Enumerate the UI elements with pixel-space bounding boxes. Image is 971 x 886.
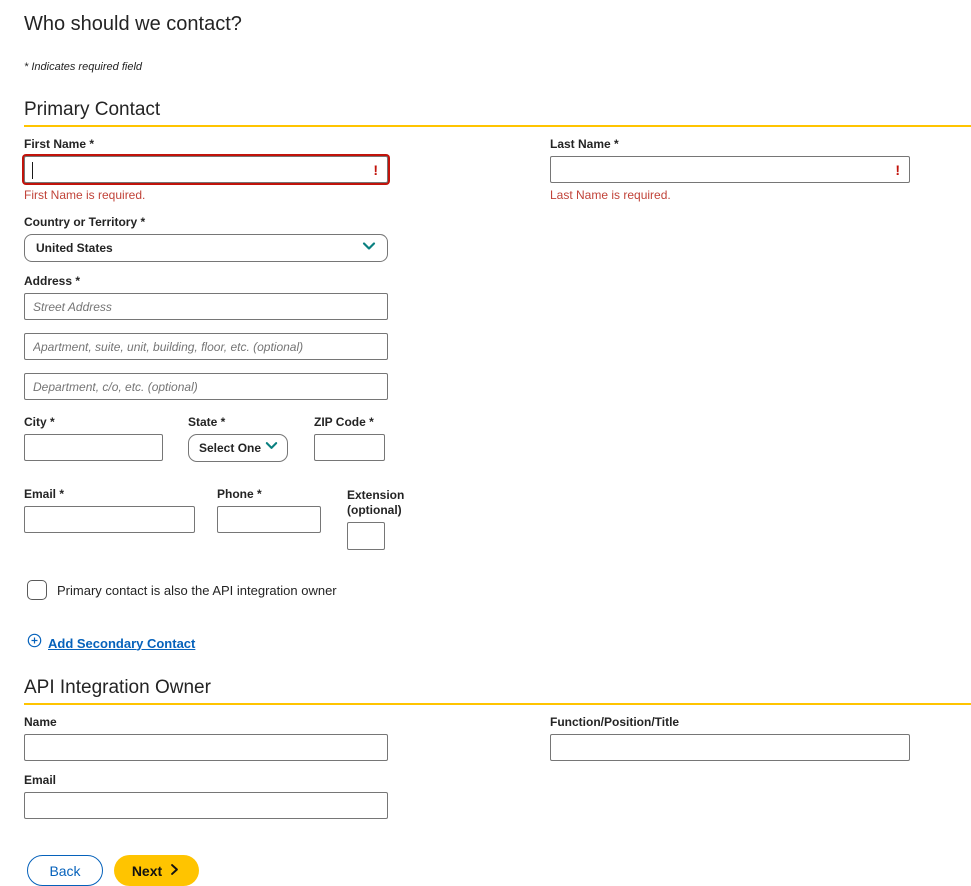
page-title: Who should we contact?: [24, 12, 971, 36]
api-owner-section-header: API Integration Owner: [24, 677, 971, 705]
extension-input[interactable]: [347, 522, 385, 550]
name-fields-row: First Name * ! First Name is required. L…: [24, 138, 971, 202]
back-button-label: Back: [49, 863, 80, 879]
back-button[interactable]: Back: [27, 855, 103, 886]
phone-label: Phone *: [217, 488, 321, 501]
last-name-label: Last Name *: [550, 138, 910, 151]
city-state-zip-row: City * State * Select One ZIP Code *: [24, 416, 971, 462]
state-selected-value: Select One: [199, 441, 261, 455]
owner-function-field: Function/Position/Title: [550, 716, 910, 761]
last-name-field: Last Name * ! Last Name is required.: [550, 138, 910, 202]
address-field: Address *: [24, 275, 971, 400]
extension-label: Extension (optional): [347, 488, 409, 518]
owner-email-label: Email: [24, 774, 388, 787]
owner-email-field: Email: [24, 774, 388, 819]
state-select[interactable]: Select One: [188, 434, 288, 462]
last-name-input-wrap: !: [550, 156, 910, 183]
extension-field: Extension (optional): [347, 488, 409, 550]
next-button-label: Next: [132, 863, 162, 879]
email-field: Email *: [24, 488, 195, 533]
error-alert-icon: !: [895, 163, 900, 177]
owner-name-input[interactable]: [24, 734, 388, 761]
add-secondary-contact-link[interactable]: Add Secondary Contact: [27, 633, 195, 653]
phone-field: Phone *: [217, 488, 321, 533]
owner-name-label: Name: [24, 716, 388, 729]
chevron-down-icon: [264, 438, 279, 458]
text-cursor: [32, 162, 33, 179]
primary-contact-section-header: Primary Contact: [24, 99, 971, 127]
first-name-label: First Name *: [24, 138, 388, 151]
error-alert-icon: !: [373, 163, 378, 177]
first-name-input[interactable]: [24, 156, 388, 183]
zip-code-label: ZIP Code *: [314, 416, 385, 429]
street-address-input[interactable]: [24, 293, 388, 320]
api-owner-heading: API Integration Owner: [24, 677, 971, 699]
first-name-error-message: First Name is required.: [24, 188, 388, 202]
owner-email-input[interactable]: [24, 792, 388, 819]
add-secondary-contact-label: Add Secondary Contact: [48, 636, 195, 651]
contact-form-page: Who should we contact? * Indicates requi…: [0, 0, 971, 886]
address-label: Address *: [24, 275, 971, 288]
state-field: State * Select One: [188, 416, 288, 462]
zip-code-input[interactable]: [314, 434, 385, 461]
country-field: Country or Territory * United States: [24, 216, 971, 262]
last-name-error-message: Last Name is required.: [550, 188, 910, 202]
city-input[interactable]: [24, 434, 163, 461]
first-name-field: First Name * ! First Name is required.: [24, 138, 388, 202]
email-label: Email *: [24, 488, 195, 501]
phone-input[interactable]: [217, 506, 321, 533]
email-phone-ext-row: Email * Phone * Extension (optional): [24, 488, 971, 550]
chevron-right-icon: [162, 863, 181, 879]
form-actions: Back Next: [27, 855, 971, 886]
owner-function-label: Function/Position/Title: [550, 716, 910, 729]
address-line3-input[interactable]: [24, 373, 388, 400]
chevron-down-icon: [361, 238, 377, 259]
city-field: City *: [24, 416, 163, 461]
state-label: State *: [188, 416, 288, 429]
email-input[interactable]: [24, 506, 195, 533]
zip-field: ZIP Code *: [314, 416, 385, 461]
first-name-input-wrap: !: [24, 156, 388, 183]
api-owner-checkbox[interactable]: [27, 580, 47, 600]
next-button[interactable]: Next: [114, 855, 199, 886]
last-name-input[interactable]: [550, 156, 910, 183]
country-label: Country or Territory *: [24, 216, 971, 229]
address-inputs: [24, 293, 388, 400]
owner-name-function-row: Name Function/Position/Title: [24, 716, 971, 761]
owner-function-input[interactable]: [550, 734, 910, 761]
country-select[interactable]: United States: [24, 234, 388, 262]
primary-contact-heading: Primary Contact: [24, 99, 971, 121]
required-field-note: * Indicates required field: [24, 61, 971, 73]
address-line2-input[interactable]: [24, 333, 388, 360]
city-label: City *: [24, 416, 163, 429]
plus-circle-icon: [27, 633, 42, 653]
owner-name-field: Name: [24, 716, 388, 761]
country-selected-value: United States: [36, 241, 113, 255]
api-owner-checkbox-label: Primary contact is also the API integrat…: [57, 583, 337, 598]
api-owner-checkbox-row: Primary contact is also the API integrat…: [27, 580, 971, 600]
